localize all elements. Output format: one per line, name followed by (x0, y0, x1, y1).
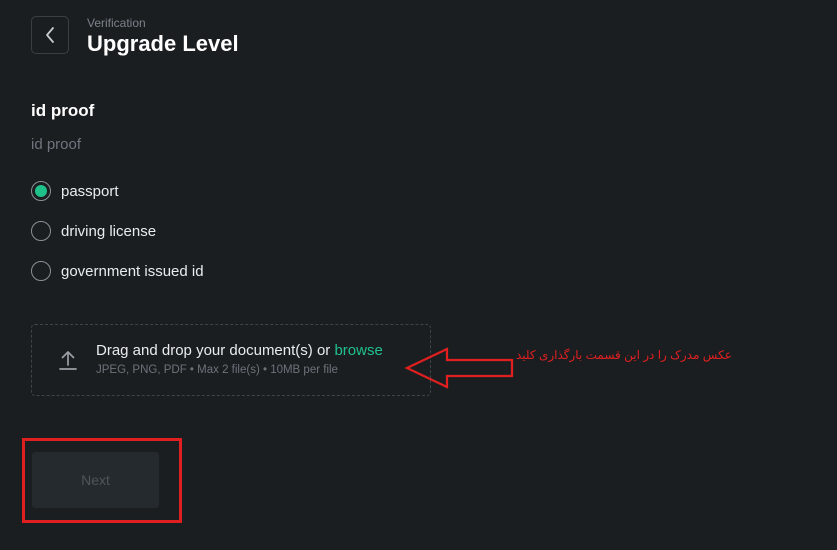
section-title: id proof (31, 101, 95, 120)
highlight-box (22, 438, 182, 523)
annotation-text: عکس مدرک را در این قسمت بارگذاری کلید (516, 348, 732, 362)
radio-label-driving-license: driving license (61, 222, 157, 240)
radio-label-government-id: government issued id (61, 262, 204, 280)
radio-option-driving-license[interactable]: driving license (31, 221, 156, 241)
breadcrumb: Verification (87, 16, 146, 30)
chevron-left-icon (46, 27, 54, 43)
browse-link[interactable]: browse (334, 342, 382, 359)
upload-icon (59, 351, 77, 370)
radio-option-government-id[interactable]: government issued id (31, 261, 204, 281)
radio-option-passport[interactable]: passport (31, 181, 119, 201)
radio-button-passport[interactable] (31, 181, 51, 201)
radio-button-driving-license[interactable] (31, 221, 51, 241)
arrow-left-icon (404, 347, 514, 389)
dropzone-hint: JPEG, PNG, PDF • Max 2 file(s) • 10MB pe… (96, 364, 338, 376)
dropzone-prompt-text: Drag and drop your document(s) or (96, 342, 331, 359)
back-button[interactable] (31, 16, 69, 54)
radio-label-passport: passport (61, 182, 119, 200)
section-subtitle: id proof (31, 136, 82, 153)
dropzone-prompt: Drag and drop your document(s) or browse (96, 342, 383, 359)
document-dropzone[interactable]: Drag and drop your document(s) or browse… (31, 324, 431, 396)
radio-button-government-id[interactable] (31, 261, 51, 281)
page-title: Upgrade Level (87, 31, 239, 56)
